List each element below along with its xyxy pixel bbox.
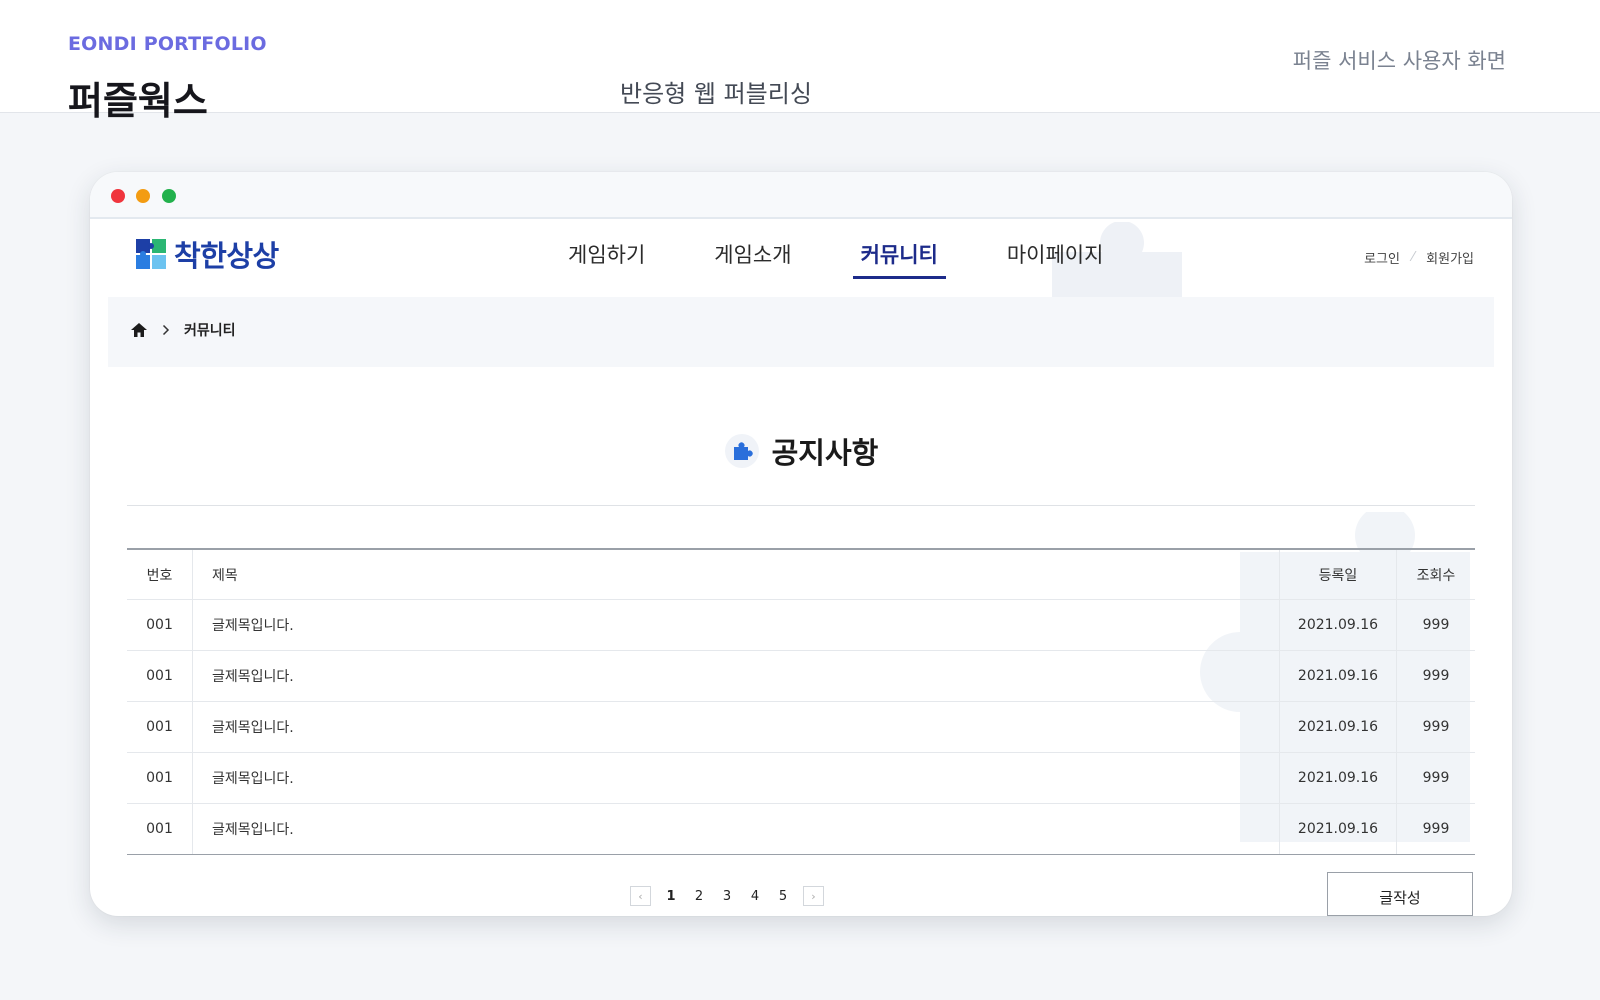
next-page-button[interactable]: ›: [803, 886, 824, 906]
nav-item-community[interactable]: 커뮤니티: [852, 237, 947, 279]
screen-caption: 퍼즐 서비스 사용자 화면: [1292, 49, 1506, 73]
nav-item-mypage[interactable]: 마이페이지: [999, 237, 1112, 277]
nav-item-play-game[interactable]: 게임하기: [560, 237, 653, 277]
table-row[interactable]: 001 글제목입니다. 2021.09.16 999: [127, 803, 1475, 855]
breadcrumb: 커뮤니티: [130, 320, 236, 340]
project-title: 퍼즐웍스: [68, 79, 208, 123]
site-header: 착한상상 게임하기 게임소개 커뮤니티 마이페이지 로그인 ⁄ 회원가입: [90, 219, 1512, 299]
maximize-window-dot[interactable]: [162, 189, 176, 203]
row-title-link[interactable]: 글제목입니다.: [192, 599, 1280, 651]
breadcrumb-current[interactable]: 커뮤니티: [184, 320, 236, 340]
row-date: 2021.09.16: [1279, 650, 1397, 702]
brand-label: EONDI PORTFOLIO: [68, 33, 267, 55]
window-titlebar: [90, 172, 1512, 219]
portfolio-header: EONDI PORTFOLIO 퍼즐웍스 반응형 웹 퍼블리싱 퍼즐 서비스 사…: [0, 0, 1600, 123]
main-nav: 게임하기 게임소개 커뮤니티 마이페이지: [560, 237, 1164, 279]
minimize-window-dot[interactable]: [136, 189, 150, 203]
login-link[interactable]: 로그인: [1364, 248, 1400, 267]
board-title: 공지사항: [90, 430, 1512, 472]
site-logo[interactable]: 착한상상: [136, 233, 279, 275]
column-header-num: 번호: [127, 549, 193, 600]
page-number-4[interactable]: 4: [747, 889, 763, 904]
nav-item-game-intro[interactable]: 게임소개: [706, 237, 799, 277]
row-views: 999: [1396, 599, 1475, 651]
pagination: ‹ 1 2 3 4 5 ›: [630, 886, 824, 906]
board-title-text: 공지사항: [771, 436, 879, 470]
signup-link[interactable]: 회원가입: [1426, 248, 1474, 267]
row-title-link[interactable]: 글제목입니다.: [192, 752, 1280, 804]
row-views: 999: [1396, 803, 1475, 855]
project-type: 반응형 웹 퍼블리싱: [620, 80, 812, 108]
row-views: 999: [1396, 701, 1475, 753]
row-title-link[interactable]: 글제목입니다.: [192, 803, 1280, 855]
row-date: 2021.09.16: [1279, 752, 1397, 804]
row-views: 999: [1396, 752, 1475, 804]
table-row[interactable]: 001 글제목입니다. 2021.09.16 999: [127, 599, 1475, 651]
page-number-2[interactable]: 2: [691, 889, 707, 904]
table-header-row: 번호 제목 등록일 조회수: [127, 549, 1475, 600]
browser-window: 착한상상 게임하기 게임소개 커뮤니티 마이페이지 로그인 ⁄ 회원가입 커뮤니…: [90, 172, 1512, 916]
row-num: 001: [127, 752, 193, 804]
breadcrumb-bar: 커뮤니티: [108, 297, 1494, 367]
page-number-3[interactable]: 3: [719, 889, 735, 904]
row-num: 001: [127, 701, 193, 753]
write-post-button[interactable]: 글작성: [1327, 872, 1473, 916]
page-number-5[interactable]: 5: [775, 889, 791, 904]
notice-table: 번호 제목 등록일 조회수 001 글제목입니다. 2021.09.16 999…: [127, 548, 1475, 855]
row-date: 2021.09.16: [1279, 701, 1397, 753]
close-window-dot[interactable]: [111, 189, 125, 203]
prev-page-button[interactable]: ‹: [630, 886, 651, 906]
row-num: 001: [127, 803, 193, 855]
title-divider: [127, 505, 1475, 506]
member-links: 로그인 ⁄ 회원가입: [1364, 248, 1474, 267]
row-date: 2021.09.16: [1279, 599, 1397, 651]
home-icon[interactable]: [130, 322, 148, 338]
chevron-right-icon: [162, 324, 170, 336]
puzzle-piece-icon: [724, 434, 759, 468]
page-number-1[interactable]: 1: [663, 889, 679, 904]
member-link-separator: ⁄: [1411, 250, 1415, 265]
column-header-date: 등록일: [1279, 549, 1397, 600]
logo-text: 착한상상: [174, 239, 279, 273]
column-header-title: 제목: [192, 549, 1280, 600]
row-num: 001: [127, 650, 193, 702]
row-title-link[interactable]: 글제목입니다.: [192, 650, 1280, 702]
row-num: 001: [127, 599, 193, 651]
row-date: 2021.09.16: [1279, 803, 1397, 855]
puzzle-logo-icon: [136, 239, 166, 269]
row-views: 999: [1396, 650, 1475, 702]
table-row[interactable]: 001 글제목입니다. 2021.09.16 999: [127, 650, 1475, 702]
column-header-views: 조회수: [1396, 549, 1475, 600]
row-title-link[interactable]: 글제목입니다.: [192, 701, 1280, 753]
table-row[interactable]: 001 글제목입니다. 2021.09.16 999: [127, 752, 1475, 804]
table-row[interactable]: 001 글제목입니다. 2021.09.16 999: [127, 701, 1475, 753]
